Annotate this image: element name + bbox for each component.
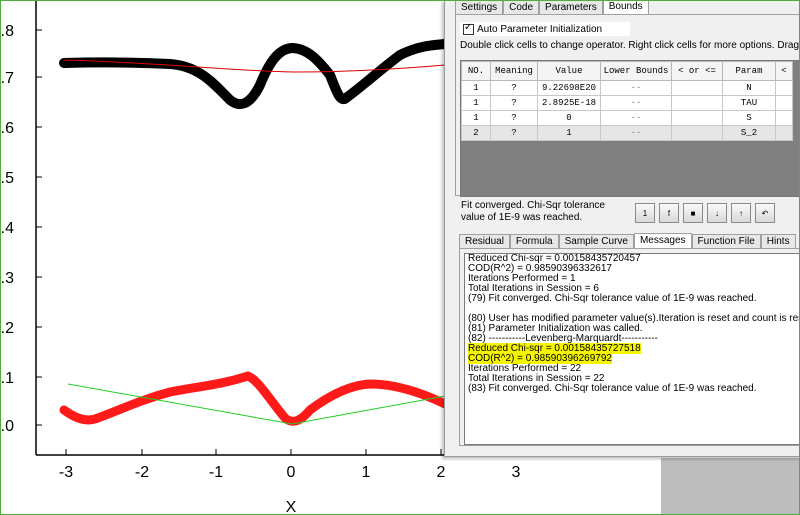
col-more[interactable]: < <box>775 61 793 81</box>
table-cell[interactable] <box>671 95 723 111</box>
x-tick-label: 2 <box>437 464 446 481</box>
table-cell[interactable]: ? <box>490 110 538 126</box>
y-tick-label: 0.0 <box>0 418 14 435</box>
auto-param-label: Auto Parameter Initialization <box>477 23 603 35</box>
x-tick-label: -3 <box>59 464 73 481</box>
one-iteration-button[interactable]: 1 <box>635 203 655 223</box>
table-cell[interactable]: ? <box>490 125 538 141</box>
col-param[interactable]: Param <box>722 61 776 81</box>
x-tick-label: -2 <box>135 464 149 481</box>
auto-param-row[interactable]: Auto Parameter Initialization <box>460 22 630 36</box>
undo-icon: ↶ <box>761 208 769 218</box>
table-cell[interactable] <box>775 125 793 141</box>
x-tick-label: -1 <box>209 464 223 481</box>
col-meaning[interactable]: Meaning <box>490 61 538 81</box>
table-cell[interactable] <box>671 125 723 141</box>
message-line: (79) Fit converged. Chi-Sqr tolerance va… <box>465 294 800 304</box>
table-cell[interactable]: 0 <box>537 110 601 126</box>
col-operator[interactable]: < or <= <box>671 61 723 81</box>
table-cell[interactable]: 9.22698E20 <box>537 80 601 96</box>
nlfit-dialog: Settings Code Parameters Bounds Auto Par… <box>444 0 800 457</box>
message-line: (83) Fit converged. Chi-Sqr tolerance va… <box>465 384 800 394</box>
col-lower-bounds[interactable]: Lower Bounds <box>600 61 672 81</box>
table-cell[interactable]: S_2 <box>722 125 776 141</box>
x-tick-label: 1 <box>362 464 371 481</box>
table-cell[interactable]: TAU <box>722 95 776 111</box>
table-cell[interactable]: S <box>722 110 776 126</box>
hint-text: Double click cells to change operator. R… <box>460 40 800 51</box>
table-cell[interactable]: 1 <box>461 110 491 126</box>
toolbar: 1 f ■ ↓ ↑ ↶ <box>635 203 779 223</box>
y-tick-label: .2 <box>1 320 14 337</box>
table-header-row: NO. Meaning Value Lower Bounds < or <= P… <box>461 61 793 81</box>
sort-icon: ↓ <box>715 208 719 218</box>
table-cell[interactable]: -- <box>600 110 672 126</box>
table-cell[interactable] <box>775 80 793 96</box>
fit-until-converged-button[interactable]: f <box>659 203 679 223</box>
bounds-panel: Auto Parameter Initialization Double cli… <box>455 14 800 197</box>
y-tick-label: .4 <box>1 220 14 237</box>
param-button[interactable]: ↑ <box>731 203 751 223</box>
y-tick-label: .7 <box>1 70 14 87</box>
data-curve-bottom <box>59 371 450 426</box>
table-cell[interactable]: -- <box>600 95 672 111</box>
sort-button[interactable]: ↓ <box>707 203 727 223</box>
background-gray-area <box>661 458 800 515</box>
1iter-icon: 1 <box>642 208 648 218</box>
x-axis-label: X <box>286 499 297 515</box>
table-cell[interactable]: 1 <box>461 95 491 111</box>
x-tick-label: 3 <box>512 464 521 481</box>
save-button[interactable]: ■ <box>683 203 703 223</box>
y-tick-label: .8 <box>1 23 14 40</box>
data-curve-top <box>59 39 450 110</box>
table-row[interactable]: 1? 2.8925E-18 -- TAU <box>461 95 793 111</box>
message-text: (79) Fit converged. Chi-Sqr tolerance va… <box>468 293 757 304</box>
table-cell[interactable] <box>671 80 723 96</box>
parameter-table: NO. Meaning Value Lower Bounds < or <= P… <box>461 61 793 141</box>
table-cell[interactable]: -- <box>600 80 672 96</box>
table-cell[interactable]: 1 <box>461 80 491 96</box>
table-cell[interactable] <box>775 95 793 111</box>
table-cell[interactable]: -- <box>600 125 672 141</box>
table-row[interactable]: 1? 9.22698E20 -- N <box>461 80 793 96</box>
auto-param-checkbox[interactable] <box>463 22 474 35</box>
message-text: (83) Fit converged. Chi-Sqr tolerance va… <box>468 383 757 394</box>
col-value[interactable]: Value <box>537 61 601 81</box>
y-tick-label: .5 <box>1 170 14 187</box>
table-cell[interactable] <box>775 110 793 126</box>
table-cell[interactable]: N <box>722 80 776 96</box>
x-tick-label: 0 <box>287 464 296 481</box>
table-cell[interactable] <box>671 110 723 126</box>
table-row[interactable]: 2? 1 -- S_2 <box>461 125 793 141</box>
fit-icon: f <box>667 208 671 218</box>
param-icon: ↑ <box>739 208 743 218</box>
col-no[interactable]: NO. <box>461 61 491 81</box>
table-cell[interactable]: 2.8925E-18 <box>537 95 601 111</box>
fit-status-text: Fit converged. Chi-Sqr tolerance value o… <box>461 200 605 223</box>
table-cell[interactable]: ? <box>490 95 538 111</box>
table-row[interactable]: 1? 0 -- S <box>461 110 793 126</box>
y-tick-label: .3 <box>1 270 14 287</box>
save-icon: ■ <box>690 208 696 218</box>
y-tick-label: .1 <box>1 370 14 387</box>
undo-button[interactable]: ↶ <box>755 203 775 223</box>
messages-panel: Reduced Chi-sqr = 0.00158435720457 COD(R^… <box>459 248 800 446</box>
table-cell[interactable]: 1 <box>537 125 601 141</box>
y-tick-label: .6 <box>1 120 14 137</box>
table-cell[interactable]: 2 <box>461 125 491 141</box>
parameter-table-area: NO. Meaning Value Lower Bounds < or <= P… <box>460 60 800 197</box>
messages-box[interactable]: Reduced Chi-sqr = 0.00158435720457 COD(R^… <box>464 253 800 445</box>
table-cell[interactable]: ? <box>490 80 538 96</box>
